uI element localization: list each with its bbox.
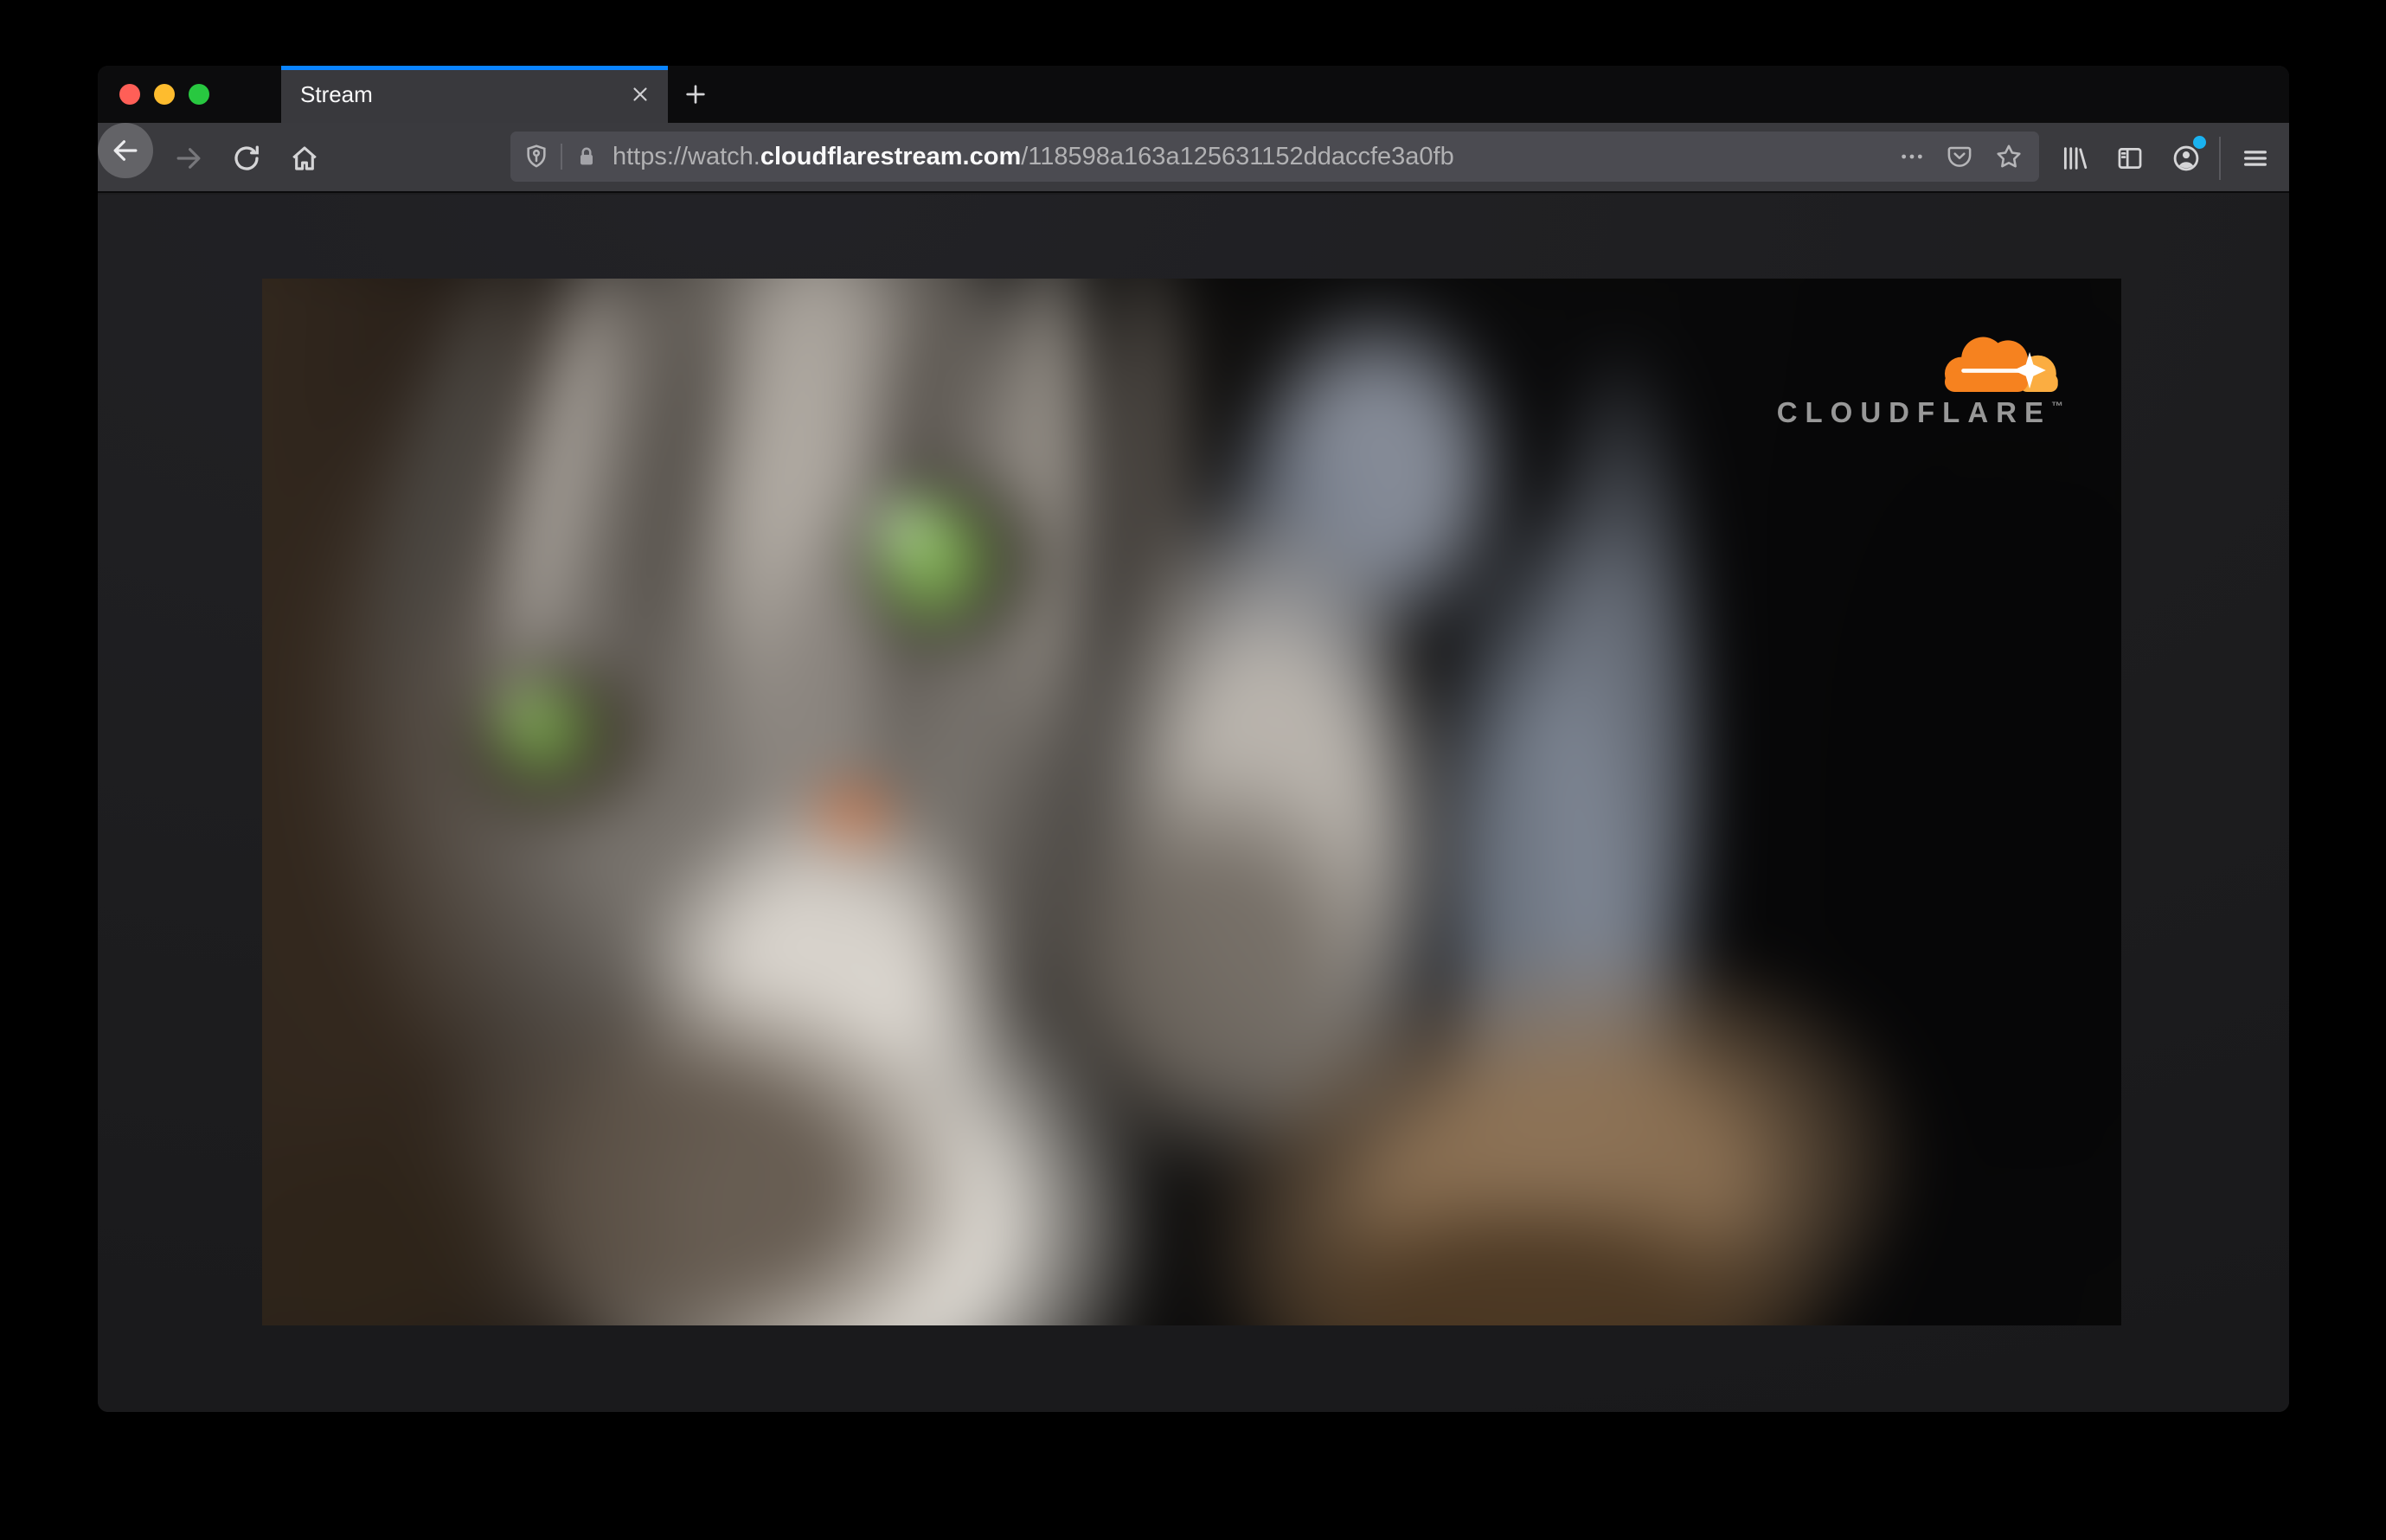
account-notification-dot xyxy=(2193,136,2206,149)
save-to-pocket-button[interactable] xyxy=(1945,142,1974,171)
close-tab-icon[interactable] xyxy=(625,79,656,110)
url-text: https://watch.cloudflarestream.com/11859… xyxy=(613,132,1454,182)
hamburger-icon xyxy=(2241,144,2270,173)
back-button[interactable] xyxy=(98,123,153,178)
plus-icon xyxy=(682,80,709,108)
ellipsis-icon xyxy=(1898,143,1926,170)
page-content: CLOUDFLARE™ xyxy=(98,195,2289,1412)
browser-window: Stream https://watch.cloudflarestream.co… xyxy=(98,66,2289,1412)
tracking-protection-shield-icon[interactable] xyxy=(522,142,551,171)
reload-icon xyxy=(231,143,262,174)
star-icon xyxy=(1994,142,2024,171)
arrow-left-icon xyxy=(109,134,142,167)
url-path: /118598a163a125631152ddaccfe3a0fb xyxy=(1021,143,1454,170)
bookmark-star-button[interactable] xyxy=(1994,142,2024,171)
tab-stream[interactable]: Stream xyxy=(281,66,668,123)
macos-minimize-button[interactable] xyxy=(154,84,175,105)
macos-zoom-button[interactable] xyxy=(189,84,209,105)
cloudflare-logo-text: CLOUDFLARE™ xyxy=(1777,396,2063,429)
account-button[interactable] xyxy=(2167,136,2206,177)
forward-button[interactable] xyxy=(170,139,208,177)
menu-button[interactable] xyxy=(2236,139,2274,177)
pocket-icon xyxy=(1946,143,1973,170)
desktop: { "browser": { "tab": { "title": "Stream… xyxy=(0,0,2386,1540)
url-bar[interactable]: https://watch.cloudflarestream.com/11859… xyxy=(510,132,2039,182)
cloudflare-wordmark: CLOUDFLARE xyxy=(1776,396,2051,428)
arrow-right-icon xyxy=(172,142,205,175)
tab-bar: Stream xyxy=(98,66,2289,123)
library-icon xyxy=(2060,144,2089,173)
video-art-blob xyxy=(262,1100,539,1325)
toolbar-separator xyxy=(2219,137,2221,180)
cat-video-frame-art xyxy=(262,279,2121,1325)
urlbar-separator xyxy=(561,144,562,170)
url-prefix: https://watch. xyxy=(613,143,760,170)
video-player[interactable]: CLOUDFLARE™ xyxy=(262,279,2121,1325)
macos-close-button[interactable] xyxy=(119,84,140,105)
sidebar-icon xyxy=(2115,144,2145,173)
home-icon xyxy=(289,143,320,174)
home-button[interactable] xyxy=(285,139,324,177)
library-button[interactable] xyxy=(2056,139,2094,177)
url-domain: cloudflarestream.com xyxy=(760,143,1022,170)
video-art-blob xyxy=(494,681,546,733)
tab-title: Stream xyxy=(300,81,373,107)
video-art-blob xyxy=(1222,1178,1845,1325)
new-tab-button[interactable] xyxy=(678,77,713,112)
cloudflare-cloud-logo-icon xyxy=(1931,327,2065,392)
sidebar-toggle-button[interactable] xyxy=(2111,139,2149,177)
reload-button[interactable] xyxy=(228,139,266,177)
trademark-symbol: ™ xyxy=(2051,399,2063,413)
lock-icon[interactable] xyxy=(572,142,601,171)
page-actions-button[interactable] xyxy=(1897,142,1927,171)
navigation-toolbar: https://watch.cloudflarestream.com/11859… xyxy=(98,123,2289,193)
